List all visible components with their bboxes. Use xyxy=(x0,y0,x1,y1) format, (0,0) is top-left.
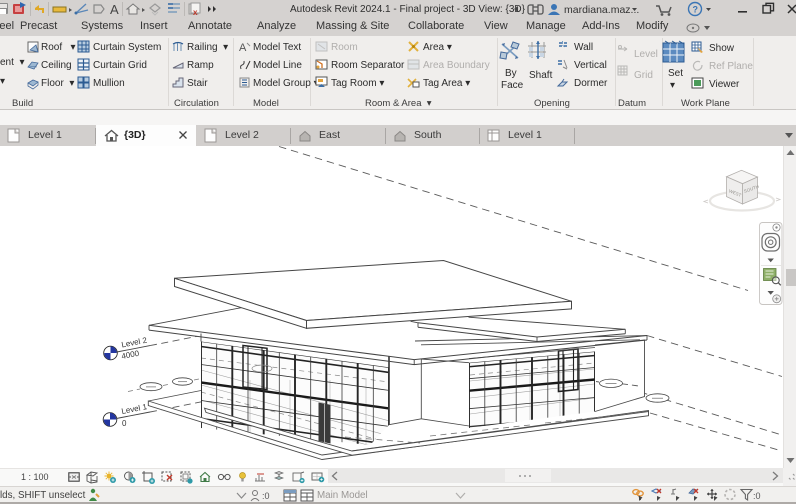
svg-text:0: 0 xyxy=(122,419,127,428)
svg-text:?: ? xyxy=(693,5,699,15)
svg-text:Level 2: Level 2 xyxy=(121,336,149,350)
svg-text:x: x xyxy=(193,8,198,17)
svg-text:Level 1: Level 1 xyxy=(121,402,149,416)
svg-text:A: A xyxy=(239,42,247,54)
svg-text:mardiana.maz...: mardiana.maz... xyxy=(564,4,639,16)
svg-text::0: :0 xyxy=(262,491,270,501)
svg-text::0: :0 xyxy=(753,491,761,501)
svg-text:A: A xyxy=(110,2,119,17)
